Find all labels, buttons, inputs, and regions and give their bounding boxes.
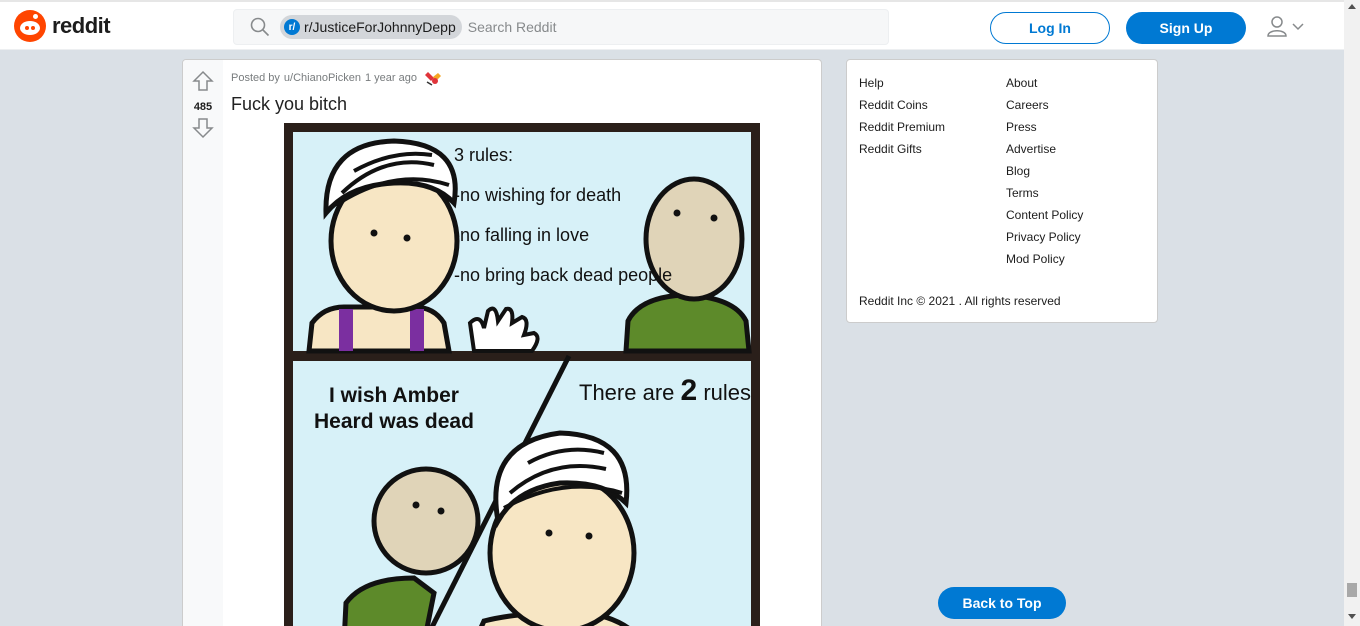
comic-two-rules-suffix: rules <box>703 380 751 405</box>
post-meta: Posted by u/ChianoPicken 1 year ago <box>231 70 442 86</box>
comic-two-rules-number: 2 <box>681 374 698 407</box>
footer-link-careers[interactable]: Careers <box>1006 96 1083 118</box>
footer-link-blog[interactable]: Blog <box>1006 162 1083 184</box>
subreddit-chip[interactable]: r/ r/JusticeForJohnnyDepp <box>280 15 462 39</box>
posted-by-label: Posted by <box>231 72 280 84</box>
footer-link-content-policy[interactable]: Content Policy <box>1006 206 1083 228</box>
logo-text: reddit <box>52 13 111 38</box>
post-author[interactable]: u/ChianoPicken <box>284 72 361 84</box>
chevron-down-icon <box>1292 19 1304 37</box>
footer-link-press[interactable]: Press <box>1006 118 1083 140</box>
subreddit-icon: r/ <box>284 19 300 35</box>
comic-wish-line-2: Heard was dead <box>314 410 474 433</box>
footer-links-card: Help Reddit Coins Reddit Premium Reddit … <box>846 59 1158 323</box>
copyright-text: Reddit Inc © 2021 . All rights reserved <box>859 294 1061 308</box>
page-scrollbar[interactable] <box>1344 0 1360 626</box>
search-input[interactable] <box>467 19 848 35</box>
reddit-logo[interactable]: reddit <box>14 10 111 42</box>
search-bar[interactable]: r/ r/JusticeForJohnnyDepp <box>233 9 889 45</box>
footer-links-col-2: About Careers Press Advertise Blog Terms… <box>1006 74 1083 272</box>
footer-link-about[interactable]: About <box>1006 74 1083 96</box>
signup-button[interactable]: Sign Up <box>1126 12 1246 44</box>
comic-rule-3: -no bring back dead people <box>454 265 672 285</box>
footer-link-reddit-premium[interactable]: Reddit Premium <box>859 118 945 140</box>
footer-link-reddit-gifts[interactable]: Reddit Gifts <box>859 140 945 162</box>
comic-wish-line-1: I wish Amber <box>329 384 459 407</box>
footer-link-mod-policy[interactable]: Mod Policy <box>1006 250 1083 272</box>
footer-link-privacy-policy[interactable]: Privacy Policy <box>1006 228 1083 250</box>
footer-link-reddit-coins[interactable]: Reddit Coins <box>859 96 945 118</box>
user-menu-dropdown[interactable] <box>1266 15 1308 42</box>
top-header: reddit r/ r/JusticeForJohnnyDepp Log In … <box>0 0 1344 50</box>
post-time[interactable]: 1 year ago <box>365 72 417 84</box>
scroll-thumb[interactable] <box>1347 583 1357 597</box>
footer-link-advertise[interactable]: Advertise <box>1006 140 1083 162</box>
scroll-up-arrow[interactable] <box>1348 4 1356 9</box>
comic-rules-title: 3 rules: <box>454 145 513 165</box>
comic-two-rules-prefix: There are <box>579 380 674 405</box>
subreddit-chip-label: r/JusticeForJohnnyDepp <box>304 19 456 35</box>
comic-rule-1: -no wishing for death <box>454 185 621 205</box>
search-icon <box>250 17 270 37</box>
post-comic-image[interactable]: 3 rules: -no wishing for death -no falli… <box>284 123 760 626</box>
upvote-icon[interactable] <box>192 70 214 97</box>
scroll-down-arrow[interactable] <box>1348 614 1356 619</box>
back-to-top-button[interactable]: Back to Top <box>938 587 1066 619</box>
login-button[interactable]: Log In <box>990 12 1110 44</box>
footer-links-col-1: Help Reddit Coins Reddit Premium Reddit … <box>859 74 945 162</box>
award-icon[interactable] <box>424 70 442 86</box>
post-card[interactable]: 485 Posted by u/ChianoPicken 1 year ago … <box>182 59 822 626</box>
downvote-icon[interactable] <box>192 117 214 144</box>
reddit-logo-icon <box>14 10 46 42</box>
vote-column: 485 <box>183 60 223 626</box>
footer-link-terms[interactable]: Terms <box>1006 184 1083 206</box>
post-title[interactable]: Fuck you bitch <box>231 94 347 115</box>
footer-link-help[interactable]: Help <box>859 74 945 96</box>
vote-count: 485 <box>193 101 213 113</box>
comic-rule-2: -no falling in love <box>454 225 589 245</box>
user-icon <box>1266 15 1288 42</box>
